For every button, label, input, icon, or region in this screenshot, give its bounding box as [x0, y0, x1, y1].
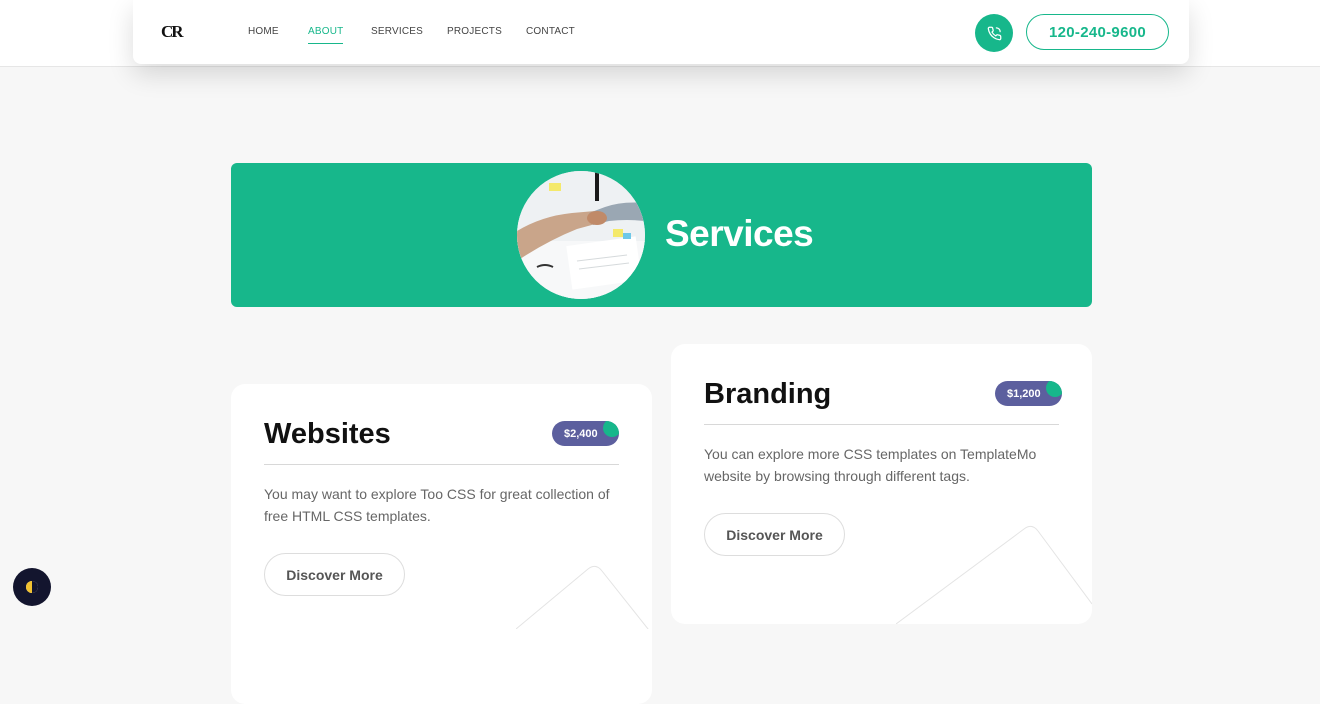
page-title: Services [665, 213, 814, 254]
card-title: Websites [264, 418, 391, 450]
call-button[interactable] [975, 14, 1013, 52]
nav-contact[interactable]: CONTACT [526, 26, 575, 37]
decorative-outline [516, 565, 649, 629]
phone-icon [987, 26, 1001, 40]
price-badge: $1,200 [995, 381, 1062, 406]
handshake-image [517, 171, 645, 299]
card-divider [704, 424, 1059, 425]
service-card-branding: Branding $1,200 You can explore more CSS… [671, 344, 1092, 624]
card-description: You may want to explore Too CSS for grea… [264, 486, 610, 524]
card-description: You can explore more CSS templates on Te… [704, 446, 1037, 484]
service-card-websites: Websites $2,400 You may want to explore … [231, 384, 652, 704]
price-label: $2,400 [564, 427, 598, 440]
price-badge: $2,400 [552, 421, 619, 446]
phone-number-link[interactable]: 120-240-9600 [1026, 14, 1169, 50]
nav-projects[interactable]: PROJECTS [447, 26, 502, 37]
card-title: Branding [704, 378, 832, 410]
half-moon-icon [26, 581, 38, 593]
price-badge-accent [1046, 381, 1062, 397]
navbar: CR HOME ABOUT SERVICES PROJECTS CONTACT … [133, 0, 1189, 64]
discover-more-button[interactable]: Discover More [264, 553, 405, 596]
discover-more-button[interactable]: Discover More [704, 513, 845, 556]
site-logo[interactable]: CR [161, 22, 184, 42]
theme-toggle-button[interactable] [13, 568, 51, 606]
nav-home[interactable]: HOME [248, 26, 279, 37]
nav-services[interactable]: SERVICES [371, 26, 423, 37]
decorative-outline [896, 525, 1092, 624]
price-label: $1,200 [1007, 387, 1041, 400]
services-hero-banner: Services [231, 163, 1092, 307]
price-badge-accent [603, 421, 619, 437]
card-divider [264, 464, 619, 465]
nav-about[interactable]: ABOUT [308, 26, 344, 44]
